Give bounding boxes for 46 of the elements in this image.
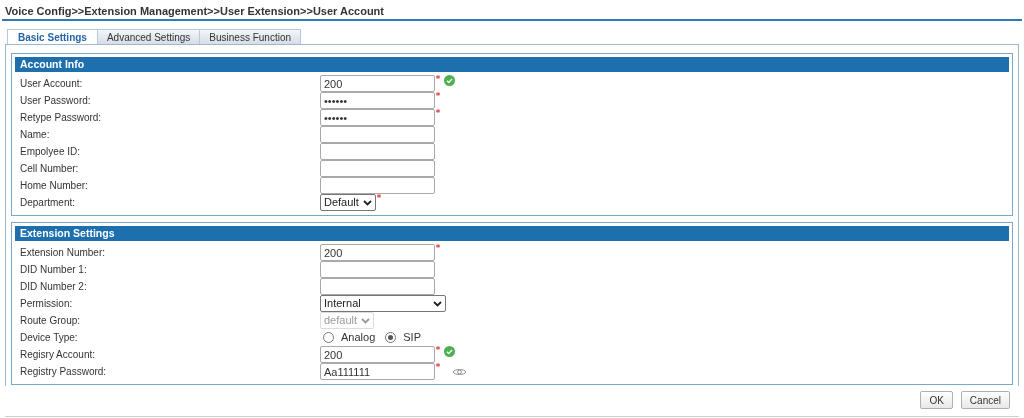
field-label: Permission:: [19, 297, 74, 311]
input-field[interactable]: ••••••: [320, 92, 435, 109]
field-label: Extension Number:: [19, 246, 107, 260]
input-field[interactable]: [320, 143, 435, 160]
field-label: User Password:: [19, 94, 92, 108]
field-label: Home Number:: [19, 179, 89, 193]
eye-icon[interactable]: [452, 366, 467, 377]
radio-button[interactable]: [323, 332, 334, 343]
chevron-icon: [433, 300, 442, 307]
dialog-button[interactable]: Cancel: [960, 391, 1010, 409]
tab[interactable]: Business Function: [200, 29, 302, 44]
field-label: Registry Password:: [19, 365, 108, 379]
input-field[interactable]: [320, 278, 435, 295]
radio-label: Analog: [341, 330, 376, 346]
dialog-button[interactable]: OK: [920, 391, 953, 409]
field-label: Empolyee ID:: [19, 145, 82, 159]
dropdown[interactable]: Internal: [320, 295, 446, 312]
field-label: Cell Number:: [19, 162, 80, 176]
field-label: Department:: [19, 196, 77, 210]
dropdown[interactable]: Default: [320, 194, 376, 211]
input-field[interactable]: 200: [320, 244, 435, 261]
section-header: Account Info: [15, 57, 1009, 72]
breadcrumb: Voice Config>>Extension Management>>User Extension>>User Account: [4, 4, 385, 19]
input-field[interactable]: 200: [320, 346, 435, 363]
field-label: DID Number 1:: [19, 263, 88, 277]
field-label: Regisry Account:: [19, 348, 97, 362]
radio-label: SIP: [403, 330, 421, 346]
field-label: Name:: [19, 128, 51, 142]
field-label: Route Group:: [19, 314, 82, 328]
tab[interactable]: Advanced Settings: [97, 29, 201, 44]
radio-button[interactable]: [385, 332, 397, 343]
field-label: DID Number 2:: [19, 280, 88, 294]
input-field[interactable]: [320, 126, 435, 143]
field-label: User Account:: [19, 77, 84, 91]
field-label: Retype Password:: [19, 111, 103, 125]
input-field[interactable]: [320, 160, 435, 177]
input-field[interactable]: 200: [320, 75, 435, 92]
input-field[interactable]: [320, 261, 435, 278]
section-header: Extension Settings: [15, 226, 1009, 241]
input-field[interactable]: [320, 177, 435, 194]
input-field[interactable]: Aa111111: [320, 363, 435, 380]
tab[interactable]: Basic Settings: [7, 29, 98, 44]
field-label: Device Type:: [19, 331, 79, 345]
chevron-icon: [362, 199, 372, 206]
input-field[interactable]: ••••••: [320, 109, 435, 126]
chevron-icon: [361, 317, 371, 324]
